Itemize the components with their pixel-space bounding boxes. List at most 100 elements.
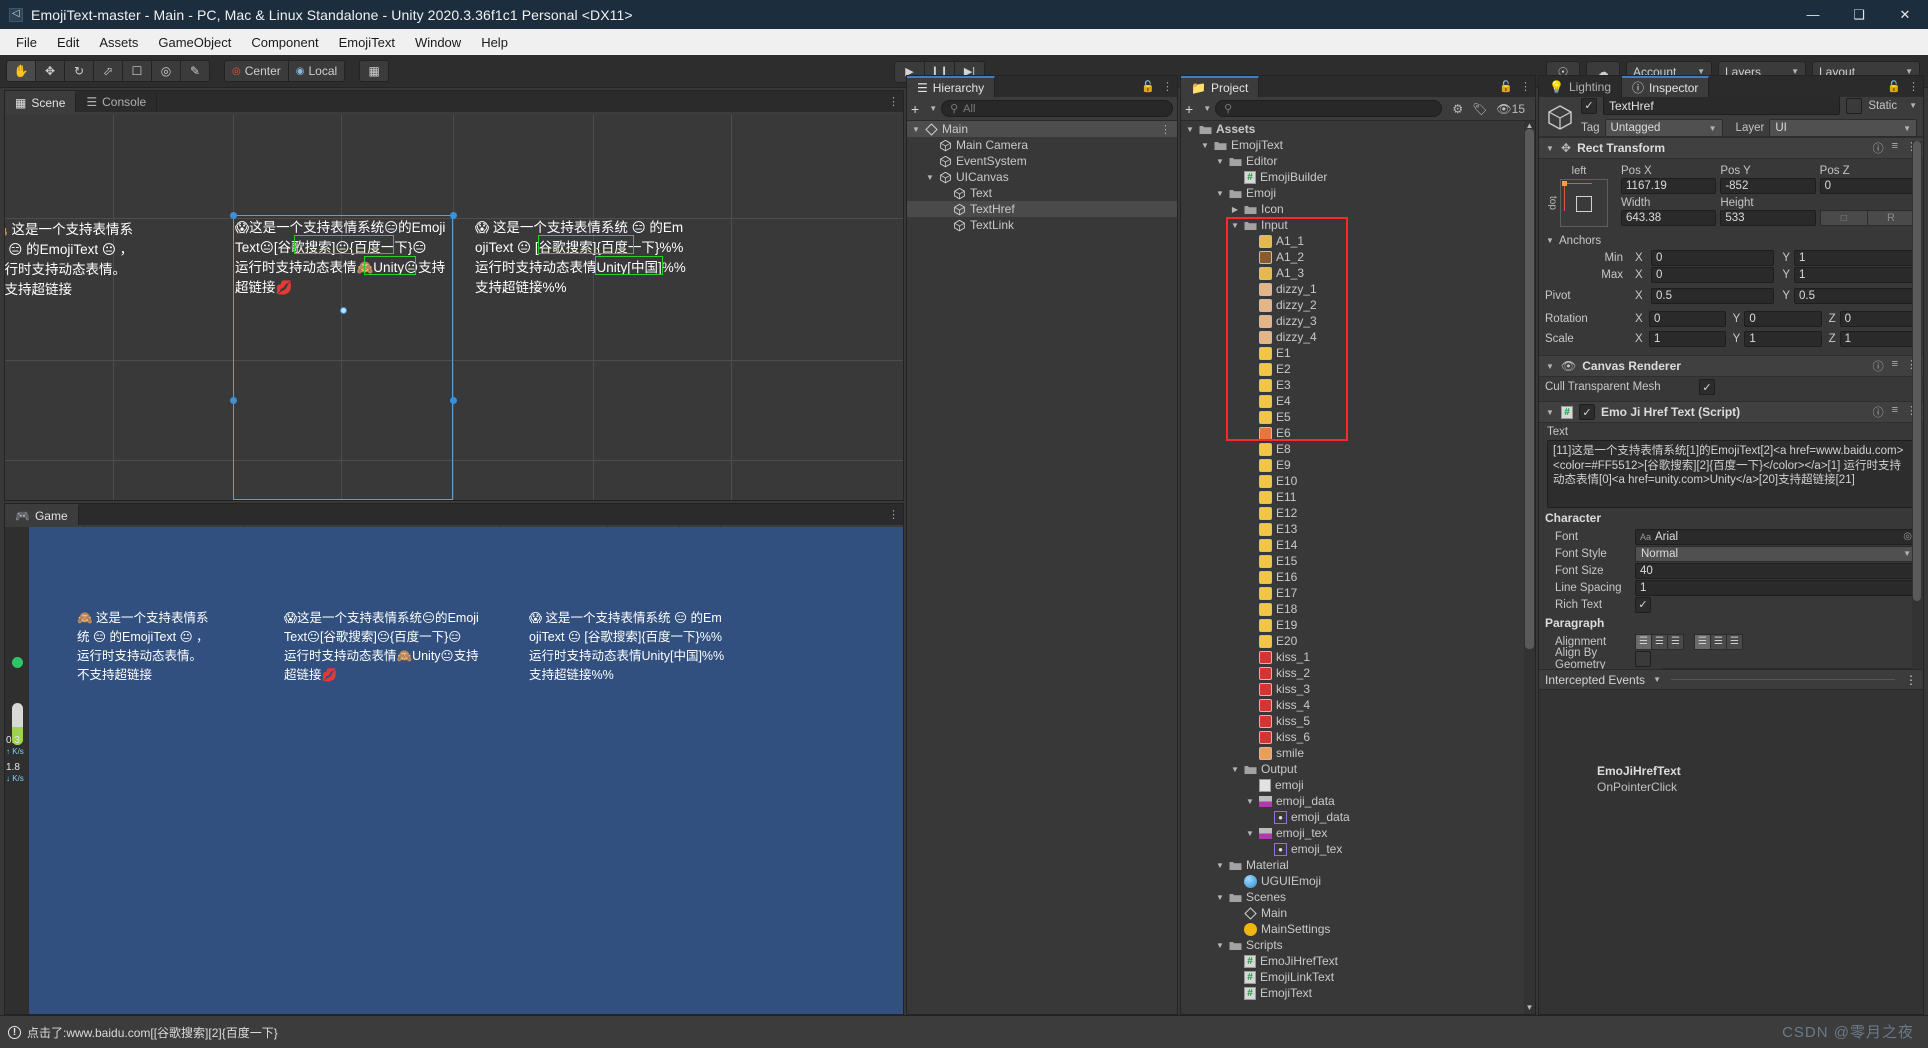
project-item-emojibuilder[interactable]: # EmojiBuilder bbox=[1181, 169, 1535, 185]
project-item-e12[interactable]: E12 bbox=[1181, 505, 1535, 521]
help-icon[interactable]: ⓘ bbox=[1873, 358, 1884, 374]
menu-item-emojitext[interactable]: EmojiText bbox=[329, 32, 405, 53]
project-item-editor[interactable]: ▼ Editor bbox=[1181, 153, 1535, 169]
chevron-down-icon[interactable]: ▼ bbox=[1215, 861, 1225, 870]
object-name-field[interactable]: TextHref bbox=[1603, 97, 1841, 115]
chevron-down-icon[interactable]: ▼ bbox=[1200, 141, 1210, 150]
project-item-emoji[interactable]: emoji bbox=[1181, 777, 1535, 793]
menu-item-file[interactable]: File bbox=[6, 32, 47, 53]
raw-edit-button[interactable]: R bbox=[1867, 210, 1915, 226]
tab-hierarchy[interactable]: ☰ Hierarchy bbox=[907, 76, 996, 97]
minimize-button[interactable]: — bbox=[1790, 0, 1836, 29]
scene-viewport[interactable]: 🙈 这是一个支持表情系 统 😑 的EmojiText 😐 ， 运行时支持动态表情… bbox=[5, 115, 903, 500]
hand-tool-icon[interactable]: ✋ bbox=[6, 60, 36, 82]
project-item-e13[interactable]: E13 bbox=[1181, 521, 1535, 537]
inspector-menu-icon[interactable]: ⋮ bbox=[1908, 80, 1919, 93]
anchor-min-x-field[interactable]: 0 bbox=[1651, 249, 1774, 266]
game-panel-menu[interactable]: ⋮ bbox=[888, 504, 899, 525]
menu-item-assets[interactable]: Assets bbox=[89, 32, 148, 53]
tab-project[interactable]: 📁 Project bbox=[1181, 76, 1260, 97]
chevron-down-icon[interactable]: ▼ bbox=[1230, 765, 1240, 774]
height-field[interactable]: 533 bbox=[1720, 210, 1816, 226]
pos-z-field[interactable]: 0 bbox=[1819, 178, 1915, 194]
project-item-kiss-5[interactable]: kiss_5 bbox=[1181, 713, 1535, 729]
custom-tool-icon[interactable]: ✎ bbox=[180, 60, 210, 82]
pivot-y-field[interactable]: 0.5 bbox=[1794, 287, 1917, 304]
project-scrollbar-track[interactable] bbox=[1524, 121, 1535, 1014]
hierarchy-item-main-camera[interactable]: Main Camera bbox=[907, 137, 1177, 153]
align-bottom-icon[interactable]: ☰ bbox=[1726, 633, 1743, 650]
inspector-scrollbar-track[interactable] bbox=[1912, 141, 1922, 754]
project-add-button[interactable]: + ▼ bbox=[1185, 101, 1211, 117]
width-field[interactable]: 643.38 bbox=[1621, 210, 1717, 226]
hierarchy-menu-icon[interactable]: ⋮ bbox=[1162, 80, 1173, 93]
intercepted-events-bar[interactable]: Intercepted Events ▼ ⋮ bbox=[1539, 669, 1923, 690]
chevron-down-icon[interactable]: ▼ bbox=[1215, 157, 1225, 166]
chevron-down-icon[interactable]: ▼ bbox=[1545, 144, 1555, 153]
canvas-renderer-header[interactable]: ▼ 👁 Canvas Renderer ⓘ ≡ ⋮ bbox=[1539, 355, 1923, 377]
script-text-field[interactable]: [11]这是一个支持表情系统[1]的EmojiText[2]<a href=ww… bbox=[1547, 440, 1915, 508]
menu-item-help[interactable]: Help bbox=[471, 32, 518, 53]
lock-icon[interactable]: 🔓 bbox=[1887, 80, 1901, 93]
chevron-down-icon[interactable]: ▼ bbox=[911, 125, 921, 134]
label-filter-icon[interactable]: 🏷 bbox=[1472, 102, 1487, 116]
anchor-max-y-field[interactable]: 1 bbox=[1794, 266, 1917, 283]
project-item-emojilinktext[interactable]: # EmojiLinkText bbox=[1181, 969, 1535, 985]
scale-tool-icon[interactable]: ⬀ bbox=[93, 60, 123, 82]
rotation-z-field[interactable]: 0 bbox=[1839, 310, 1917, 327]
maximize-button[interactable]: ❑ bbox=[1836, 0, 1882, 29]
anchor-max-x-field[interactable]: 0 bbox=[1651, 266, 1774, 283]
project-item-kiss-6[interactable]: kiss_6 bbox=[1181, 729, 1535, 745]
anchor-min-y-field[interactable]: 1 bbox=[1794, 249, 1917, 266]
tab-scene[interactable]: ▦ Scene bbox=[5, 91, 77, 112]
font-style-dropdown[interactable]: Normal ▼ bbox=[1635, 545, 1917, 562]
preset-icon[interactable]: ≡ bbox=[1892, 140, 1898, 156]
lock-icon[interactable]: 🔓 bbox=[1499, 80, 1513, 93]
script-component-header[interactable]: ▼ # ✓ Emo Ji Href Text (Script) ⓘ ≡ ⋮ bbox=[1539, 401, 1923, 423]
tab-game[interactable]: 🎮 Game bbox=[5, 504, 79, 525]
scale-z-field[interactable]: 1 bbox=[1839, 330, 1917, 347]
hierarchy-item-uicanvas[interactable]: ▼ UICanvas bbox=[907, 169, 1177, 185]
rich-text-checkbox[interactable]: ✓ bbox=[1635, 596, 1651, 613]
chevron-down-icon[interactable]: ▼ bbox=[1215, 941, 1225, 950]
chevron-down-icon[interactable]: ▼ bbox=[1245, 829, 1255, 838]
chevron-down-icon[interactable]: ▼ bbox=[1185, 125, 1195, 134]
chevron-down-icon[interactable]: ▼ bbox=[1245, 797, 1255, 806]
static-checkbox[interactable] bbox=[1846, 97, 1863, 114]
scene-panel-menu[interactable]: ⋮ bbox=[888, 91, 899, 112]
rect-transform-header[interactable]: ▼ ✥ Rect Transform ⓘ ≡ ⋮ bbox=[1539, 137, 1923, 159]
project-item-kiss-1[interactable]: kiss_1 bbox=[1181, 649, 1535, 665]
project-item-scripts[interactable]: ▼ Scripts bbox=[1181, 937, 1535, 953]
close-button[interactable]: ✕ bbox=[1882, 0, 1928, 29]
hierarchy-item-text[interactable]: Text bbox=[907, 185, 1177, 201]
project-scrollbar-thumb[interactable] bbox=[1525, 129, 1534, 649]
preset-icon[interactable]: ≡ bbox=[1892, 358, 1898, 374]
hierarchy-list[interactable]: ▼ Main ⋮ Main Camera EventSystem ▼ UICanvas Tex… bbox=[907, 121, 1177, 1014]
save-filter-icon[interactable]: ⚙ bbox=[1452, 102, 1463, 116]
chevron-down-icon[interactable]: ▼ bbox=[1545, 408, 1555, 417]
font-size-field[interactable]: 40 bbox=[1635, 562, 1917, 579]
hierarchy-item-main[interactable]: ▼ Main ⋮ bbox=[907, 121, 1177, 137]
chevron-right-icon[interactable]: ▶ bbox=[1230, 205, 1240, 214]
menu-item-edit[interactable]: Edit bbox=[47, 32, 89, 53]
preset-icon[interactable]: ≡ bbox=[1892, 404, 1898, 420]
scroll-down-arrow-icon[interactable]: ▼ bbox=[1524, 1003, 1535, 1014]
tab-lighting[interactable]: 💡 Lighting bbox=[1539, 76, 1622, 97]
project-item-e20[interactable]: E20 bbox=[1181, 633, 1535, 649]
project-item-smile[interactable]: smile bbox=[1181, 745, 1535, 761]
anchor-preset-button[interactable] bbox=[1560, 179, 1608, 227]
project-item-e19[interactable]: E19 bbox=[1181, 617, 1535, 633]
pivot-mode-button[interactable]: ◎ Center bbox=[224, 60, 289, 82]
blueprint-mode-button[interactable]: □ bbox=[1819, 210, 1868, 226]
tab-inspector[interactable]: ⓘ Inspector bbox=[1622, 76, 1710, 97]
project-item-e11[interactable]: E11 bbox=[1181, 489, 1535, 505]
project-item-output[interactable]: ▼ Output bbox=[1181, 761, 1535, 777]
move-tool-icon[interactable]: ✥ bbox=[35, 60, 65, 82]
menu-item-gameobject[interactable]: GameObject bbox=[148, 32, 241, 53]
pivot-x-field[interactable]: 0.5 bbox=[1651, 287, 1774, 304]
chevron-down-icon[interactable]: ▼ bbox=[1215, 893, 1225, 902]
help-icon[interactable]: ⓘ bbox=[1873, 140, 1884, 156]
align-right-icon[interactable]: ☰ bbox=[1667, 633, 1684, 650]
pos-y-field[interactable]: -852 bbox=[1720, 178, 1816, 194]
project-item-assets[interactable]: ▼ Assets bbox=[1181, 121, 1535, 137]
